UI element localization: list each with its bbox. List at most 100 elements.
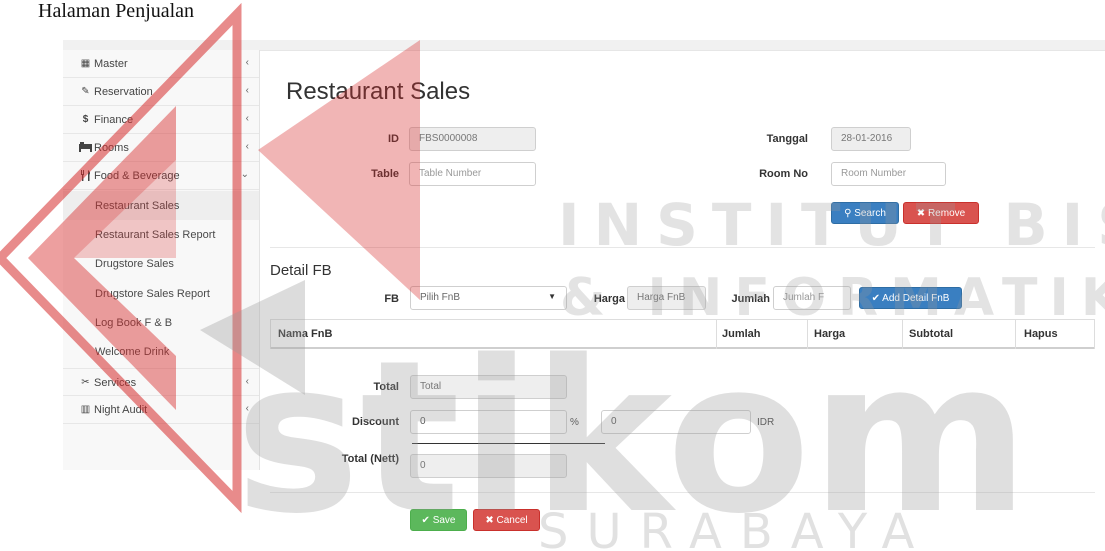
page-title: Restaurant Sales <box>286 78 471 105</box>
harga-field[interactable]: Harga FnB <box>627 286 706 310</box>
sidebar-item-finance[interactable]: $ Finance ‹ <box>63 106 259 134</box>
sidebar-subitem-restaurant-sales[interactable]: Restaurant Sales <box>63 191 259 220</box>
table-border <box>902 319 903 349</box>
close-icon: ✖ <box>916 208 928 219</box>
table-top-border <box>270 319 1095 320</box>
sidebar-subitem-label: Restaurant Sales Report <box>95 229 216 241</box>
divider <box>270 247 1095 248</box>
sidebar-subitem-welcome-drink[interactable]: Welcome Drink <box>63 337 259 366</box>
column-header-nama-fnb: Nama FnB <box>278 328 333 340</box>
discount-percent-field[interactable]: 0 <box>410 410 567 434</box>
table-border <box>270 319 271 349</box>
table-border <box>1094 319 1095 349</box>
subtotal-rule <box>412 443 605 444</box>
sidebar-item-night-audit[interactable]: ▥ Night Audit ‹ <box>63 396 259 424</box>
chevron-left-icon: ‹ <box>245 141 249 152</box>
sidebar-item-label: Reservation <box>94 86 153 98</box>
edit-icon: ✎ <box>81 86 90 97</box>
sidebar-item-rooms[interactable]: Rooms ‹ <box>63 134 259 162</box>
sidebar-item-label: Night Audit <box>94 404 148 416</box>
id-label: ID <box>388 133 399 145</box>
jumlah-label: Jumlah <box>731 293 770 305</box>
search-button-label: Search <box>854 208 886 219</box>
sidebar: ▦ Master ‹ ✎ Reservation ‹ $ Finance ‹ R… <box>63 50 260 470</box>
add-detail-button[interactable]: ✔ Add Detail FnB <box>859 287 962 309</box>
sidebar-subitem-label: Drugstore Sales <box>95 258 174 270</box>
dollar-icon: $ <box>82 114 89 125</box>
chevron-left-icon: ‹ <box>245 376 249 387</box>
idr-label: IDR <box>757 417 775 428</box>
tanggal-field[interactable]: 28-01-2016 <box>831 127 911 151</box>
sidebar-item-master[interactable]: ▦ Master ‹ <box>63 50 259 78</box>
column-header-harga: Harga <box>814 328 846 340</box>
wrench-icon: ✂ <box>81 377 90 388</box>
remove-button[interactable]: ✖ Remove <box>903 202 979 224</box>
total-field[interactable]: Total <box>410 375 567 399</box>
bed-icon <box>79 142 92 153</box>
table-border <box>1015 319 1016 349</box>
jumlah-field[interactable]: Jumlah F <box>773 286 851 310</box>
chevron-down-icon: ⌄ <box>240 169 249 180</box>
sidebar-item-food-beverage[interactable]: Food & Beverage ⌄ <box>63 162 259 190</box>
percent-symbol: % <box>570 417 579 428</box>
table-header-border <box>270 347 1095 349</box>
add-detail-button-label: Add Detail FnB <box>882 293 950 304</box>
document-caption: Halaman Penjualan <box>38 0 195 22</box>
sidebar-item-services[interactable]: ✂ Services ‹ <box>63 368 259 396</box>
check-icon: ✔ <box>871 293 883 304</box>
sidebar-item-label: Rooms <box>94 142 129 154</box>
table-border <box>716 319 717 349</box>
column-header-subtotal: Subtotal <box>909 328 953 340</box>
table-label: Table <box>371 168 399 180</box>
sidebar-item-label: Food & Beverage <box>94 170 180 182</box>
column-header-hapus: Hapus <box>1024 328 1058 340</box>
caret-down-icon: ▼ <box>548 292 556 301</box>
check-icon: ✔ <box>421 515 433 526</box>
tanggal-label: Tanggal <box>766 133 808 145</box>
sidebar-subitem-drugstore-sales[interactable]: Drugstore Sales <box>63 249 259 278</box>
sidebar-item-label: Master <box>94 58 128 70</box>
sidebar-item-reservation[interactable]: ✎ Reservation ‹ <box>63 78 259 106</box>
chevron-left-icon: ‹ <box>245 403 249 414</box>
sidebar-subitem-log-book[interactable]: Log Book F & B <box>63 308 259 337</box>
detail-section-title: Detail FB <box>270 262 332 279</box>
sidebar-subitem-label: Drugstore Sales Report <box>95 288 210 300</box>
search-icon: ⚲ <box>844 208 855 219</box>
table-field[interactable]: Table Number <box>409 162 536 186</box>
sidebar-subitem-label: Welcome Drink <box>95 346 170 358</box>
sidebar-subitem-drugstore-sales-report[interactable]: Drugstore Sales Report <box>63 279 259 308</box>
sidebar-subitem-label: Log Book F & B <box>95 317 173 329</box>
app-window: ▦ Master ‹ ✎ Reservation ‹ $ Finance ‹ R… <box>63 40 1105 551</box>
close-icon: ✖ <box>485 515 497 526</box>
sidebar-subitem-restaurant-sales-report[interactable]: Restaurant Sales Report <box>63 220 259 249</box>
sidebar-item-label: Finance <box>94 114 134 126</box>
sidebar-subitem-label: Restaurant Sales <box>95 200 180 212</box>
divider <box>270 492 1095 493</box>
room-no-field[interactable]: Room Number <box>831 162 946 186</box>
column-header-jumlah: Jumlah <box>722 328 761 340</box>
discount-label: Discount <box>351 416 399 428</box>
room-no-label: Room No <box>759 168 808 180</box>
cutlery-icon <box>79 170 92 181</box>
total-label: Total <box>373 381 399 393</box>
discount-idr-field[interactable]: 0 <box>601 410 751 434</box>
harga-label: Harga <box>593 293 625 305</box>
id-field[interactable]: FBS0000008 <box>409 127 536 151</box>
chevron-left-icon: ‹ <box>245 113 249 124</box>
total-nett-label: Total (Nett) <box>341 453 399 465</box>
save-button[interactable]: ✔ Save <box>410 509 467 531</box>
total-nett-field[interactable]: 0 <box>410 454 567 478</box>
save-button-label: Save <box>432 515 456 526</box>
fb-select-value: Pilih FnB <box>420 292 461 303</box>
sidebar-item-label: Services <box>94 377 137 389</box>
table-icon: ▦ <box>80 58 91 69</box>
fb-label: FB <box>384 293 399 305</box>
cancel-button-label: Cancel <box>496 515 528 526</box>
remove-button-label: Remove <box>927 208 966 219</box>
chevron-left-icon: ‹ <box>245 57 249 68</box>
fb-select[interactable]: Pilih FnB ▼ <box>410 286 567 310</box>
search-button[interactable]: ⚲ Search <box>831 202 899 224</box>
chevron-left-icon: ‹ <box>245 85 249 96</box>
cancel-button[interactable]: ✖ Cancel <box>473 509 540 531</box>
table-border <box>807 319 808 349</box>
